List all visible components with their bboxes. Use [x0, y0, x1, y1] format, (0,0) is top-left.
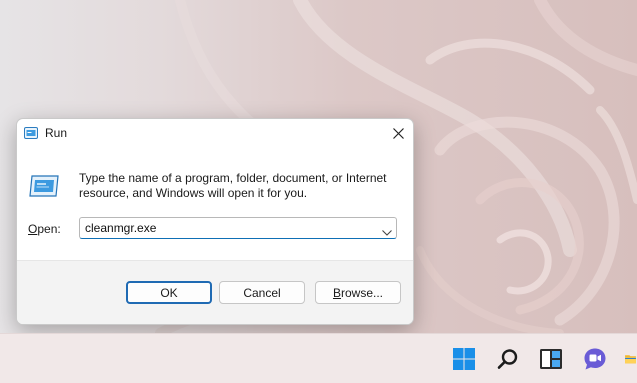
open-label: Open:	[28, 222, 61, 236]
ok-button[interactable]: OK	[126, 281, 212, 304]
file-explorer-icon[interactable]	[624, 346, 637, 372]
taskbar	[0, 333, 637, 383]
browse-button[interactable]: Browse...	[315, 281, 401, 304]
run-app-icon	[24, 126, 38, 144]
search-icon[interactable]	[495, 346, 521, 372]
dialog-title: Run	[45, 126, 68, 140]
chat-icon[interactable]	[582, 346, 608, 372]
open-input[interactable]	[85, 219, 370, 237]
run-dialog: Run Type the name of a program, folder, …	[16, 118, 414, 325]
task-view-icon[interactable]	[538, 346, 564, 372]
close-icon	[392, 127, 404, 139]
close-button[interactable]	[383, 119, 413, 147]
windows-start-icon[interactable]	[451, 346, 477, 372]
title-bar[interactable]: Run	[17, 119, 413, 149]
run-large-icon	[29, 175, 59, 202]
button-bar: OK Cancel Browse...	[17, 260, 413, 324]
chevron-down-icon[interactable]	[382, 223, 392, 241]
cancel-button[interactable]: Cancel	[219, 281, 305, 304]
open-combobox[interactable]	[79, 217, 397, 239]
dialog-description: Type the name of a program, folder, docu…	[79, 171, 387, 200]
